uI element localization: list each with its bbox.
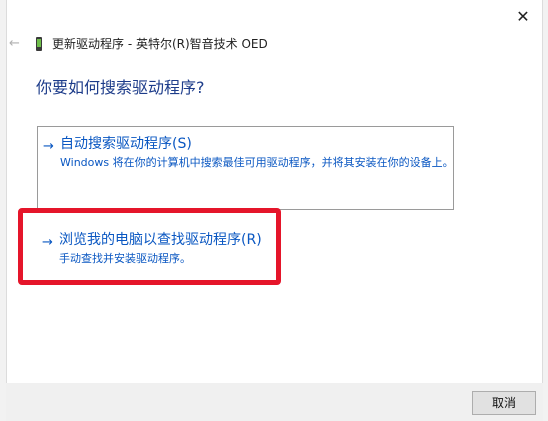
window-title: 更新驱动程序 - 英特尔(R)智音技术 OED — [52, 37, 268, 51]
device-icon — [36, 37, 42, 51]
arrow-right-icon: → — [43, 139, 54, 154]
background-window-right-edge — [542, 0, 548, 421]
dialog-footer — [6, 383, 543, 421]
option-auto-search[interactable]: → 自动搜索驱动程序(S) Windows 将在你的计算机中搜索最佳可用驱动程序… — [37, 126, 454, 210]
cancel-button[interactable]: 取消 — [472, 391, 536, 415]
page-question: 你要如何搜索驱动程序? — [36, 78, 205, 97]
option-description: Windows 将在你的计算机中搜索最佳可用驱动程序，并将其安装在你的设备上。 — [60, 156, 454, 169]
background-window-left-edge — [0, 0, 7, 421]
red-highlight-box — [18, 208, 281, 285]
close-icon[interactable]: ✕ — [512, 6, 534, 28]
option-title[interactable]: 自动搜索驱动程序(S) — [60, 135, 192, 154]
back-arrow-icon[interactable]: ← — [9, 36, 23, 52]
